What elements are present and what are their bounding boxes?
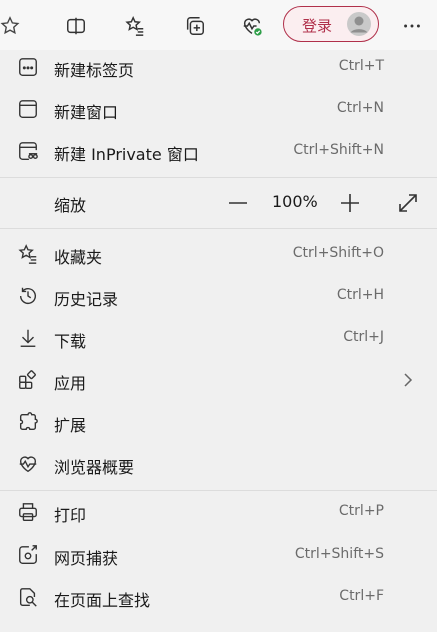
print-label: 打印 (54, 506, 87, 525)
browser-toolbar: 登录 (0, 0, 437, 50)
new-tab-label: 新建标签页 (54, 61, 135, 80)
new-tab-icon (17, 56, 39, 78)
web-capture-label: 网页捕获 (54, 549, 119, 568)
find-on-page-label: 在页面上查找 (54, 591, 151, 610)
login-label: 登录 (302, 17, 333, 35)
new-window-shortcut: Ctrl+N (336, 100, 384, 116)
menu-item-new-window[interactable]: 新建窗口 Ctrl+N (0, 89, 437, 129)
extensions-icon (17, 411, 39, 433)
menu-item-apps[interactable]: 应用 (0, 360, 437, 400)
print-shortcut: Ctrl+P (338, 503, 384, 519)
apps-icon (17, 369, 39, 391)
apps-label: 应用 (54, 374, 87, 393)
chevron-right-icon (400, 371, 416, 389)
new-window-label: 新建窗口 (54, 103, 119, 122)
menu-item-extensions[interactable]: 扩展 (0, 402, 437, 442)
menu-item-new-tab[interactable]: 新建标签页 Ctrl+T (0, 47, 437, 87)
inprivate-window-icon (17, 140, 39, 162)
web-capture-icon (17, 544, 39, 566)
favorites-star-icon[interactable] (0, 12, 24, 40)
settings-menu: 新建标签页 Ctrl+T 新建窗口 Ctrl+N 新建 InPrivate 窗口… (0, 50, 437, 632)
browser-essentials-icon[interactable] (238, 12, 266, 40)
history-icon (17, 285, 39, 307)
find-on-page-shortcut: Ctrl+F (339, 588, 384, 604)
fullscreen-icon[interactable] (396, 191, 420, 215)
split-screen-icon[interactable] (62, 12, 90, 40)
new-inprivate-label: 新建 InPrivate 窗口 (54, 145, 199, 164)
history-label: 历史记录 (54, 290, 119, 309)
menu-item-essentials[interactable]: 浏览器概要 (0, 444, 437, 484)
zoom-value: 100% (272, 192, 318, 211)
web-capture-shortcut: Ctrl+Shift+S (294, 546, 384, 562)
downloads-label: 下载 (54, 332, 87, 351)
zoom-out-button[interactable] (226, 192, 250, 214)
more-icon[interactable] (398, 12, 426, 40)
favorites-label: 收藏夹 (54, 248, 103, 267)
menu-item-find-on-page[interactable]: 在页面上查找 Ctrl+F (0, 577, 437, 617)
print-icon (17, 501, 39, 523)
collections-icon[interactable] (181, 12, 209, 40)
menu-item-zoom: 缩放 100% (0, 182, 437, 222)
zoom-label: 缩放 (54, 196, 87, 215)
menu-item-web-capture[interactable]: 网页捕获 Ctrl+Shift+S (0, 535, 437, 575)
zoom-in-button[interactable] (338, 191, 362, 215)
avatar-icon (347, 12, 371, 36)
new-inprivate-shortcut: Ctrl+Shift+N (293, 142, 384, 158)
download-icon (17, 327, 39, 349)
essentials-label: 浏览器概要 (54, 458, 135, 477)
menu-divider (0, 228, 437, 229)
new-window-icon (17, 98, 39, 120)
history-shortcut: Ctrl+H (336, 287, 384, 303)
new-tab-shortcut: Ctrl+T (338, 58, 384, 74)
downloads-shortcut: Ctrl+J (343, 329, 384, 345)
favorites-shortcut: Ctrl+Shift+O (292, 245, 384, 261)
login-button[interactable]: 登录 (283, 6, 379, 42)
extensions-label: 扩展 (54, 416, 87, 435)
menu-divider (0, 177, 437, 178)
menu-item-downloads[interactable]: 下载 Ctrl+J (0, 318, 437, 358)
favorites-list-icon[interactable] (121, 12, 149, 40)
favorites-icon (17, 243, 39, 265)
menu-item-print[interactable]: 打印 Ctrl+P (0, 492, 437, 532)
menu-item-history[interactable]: 历史记录 Ctrl+H (0, 276, 437, 316)
browser-essentials-menu-icon (17, 453, 39, 475)
menu-item-new-inprivate[interactable]: 新建 InPrivate 窗口 Ctrl+Shift+N (0, 131, 437, 171)
find-on-page-icon (17, 586, 39, 608)
menu-divider (0, 490, 437, 491)
menu-item-favorites[interactable]: 收藏夹 Ctrl+Shift+O (0, 234, 437, 274)
